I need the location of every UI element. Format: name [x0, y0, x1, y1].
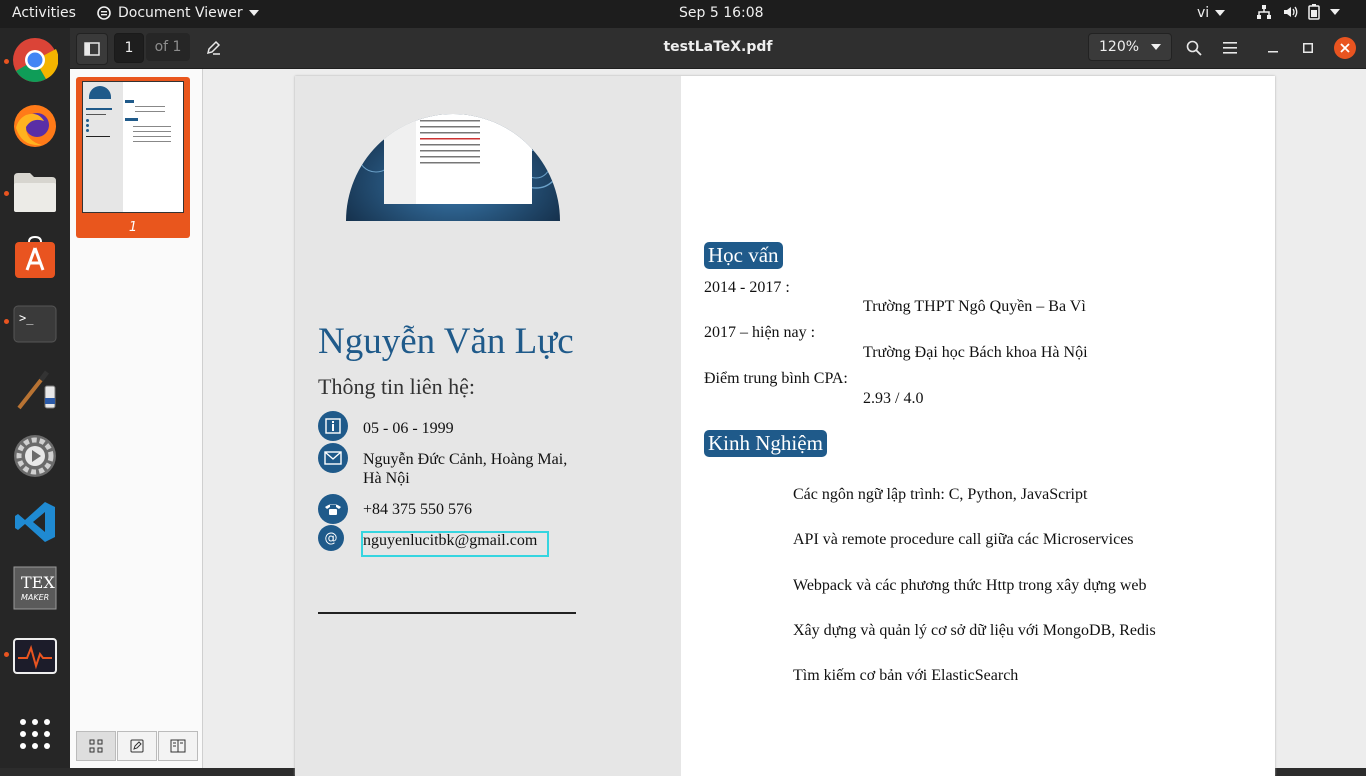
running-indicator	[4, 59, 9, 64]
app-menu[interactable]: Document Viewer	[96, 5, 259, 21]
svg-text:TEX: TEX	[21, 573, 55, 592]
phone-icon	[318, 494, 348, 524]
chevron-down-icon	[1151, 44, 1161, 50]
zoom-value: 120%	[1099, 39, 1140, 55]
birthday-text: 05 - 06 - 1999	[363, 420, 454, 437]
address-line2: Hà Nội	[363, 470, 410, 487]
cv-left-column: Nguyễn Văn Lực Thông tin liên hệ: 05 - 0…	[295, 76, 681, 776]
edu2-period: 2017 – hiện nay :	[704, 324, 816, 341]
input-language-label: vi	[1197, 5, 1210, 21]
search-icon	[1186, 40, 1202, 56]
close-button[interactable]	[1334, 37, 1356, 59]
maximize-icon	[1303, 43, 1313, 53]
app-menu-label: Document Viewer	[118, 5, 243, 21]
header-bar: 1 of 1 testLaTeX.pdf 120%	[70, 28, 1366, 69]
edu1-period: 2014 - 2017 :	[704, 279, 790, 296]
battery-icon	[1308, 4, 1320, 20]
experience-item: Các ngôn ngữ lập trình: C, Python, JavaS…	[793, 486, 1088, 503]
firefox-icon[interactable]	[11, 102, 59, 150]
dock: >_ TEX MAKER	[0, 28, 70, 768]
address-line1: Nguyễn Đức Cảnh, Hoàng Mai,	[363, 451, 568, 468]
profile-photo	[346, 94, 560, 221]
cv-name: Nguyễn Văn Lực	[318, 321, 574, 362]
hamburger-icon	[1223, 42, 1237, 54]
sidebar-mode-switcher	[76, 731, 199, 761]
terminal-icon[interactable]: >_	[11, 300, 59, 348]
vscode-icon[interactable]	[11, 498, 59, 546]
top-bar: Activities Document Viewer Sep 5 16:08 v…	[0, 0, 1366, 28]
svg-text:MAKER: MAKER	[21, 593, 49, 602]
chevron-down-icon	[1330, 9, 1340, 15]
chevron-down-icon	[1215, 10, 1226, 16]
thumbnails-view-button[interactable]	[76, 731, 116, 761]
grid-icon	[89, 739, 103, 753]
chevron-down-icon	[248, 10, 259, 16]
at-icon: @	[318, 525, 344, 551]
network-icon	[1257, 5, 1271, 19]
email-link[interactable]: nguyenlucitbk@gmail.com	[363, 531, 537, 550]
experience-item: Xây dựng và quản lý cơ sở dữ liệu với Mo…	[793, 622, 1156, 639]
page-thumbnail[interactable]	[82, 81, 184, 213]
experience-heading: Kinh Nghiệm	[704, 430, 827, 457]
zoom-select[interactable]: 120%	[1088, 33, 1172, 61]
activities-button[interactable]: Activities	[12, 5, 76, 21]
experience-item: Webpack và các phương thức Http trong xâ…	[793, 577, 1147, 594]
divider	[318, 612, 576, 614]
close-icon	[1340, 43, 1350, 53]
cpa-value: 2.93 / 4.0	[863, 390, 924, 407]
apps-grid-icon[interactable]	[11, 710, 59, 758]
texmaker-icon[interactable]: TEX MAKER	[11, 564, 59, 612]
svg-text:>_: >_	[19, 311, 34, 325]
running-indicator	[4, 319, 9, 324]
maximize-button[interactable]	[1294, 33, 1322, 63]
system-menu[interactable]	[1256, 4, 1340, 20]
page-thumbnail-selected[interactable]: 1	[76, 77, 190, 238]
contact-heading: Thông tin liên hệ:	[318, 374, 476, 399]
minimize-icon	[1268, 51, 1278, 53]
document-view[interactable]: Nguyễn Văn Lực Thông tin liên hệ: 05 - 0…	[203, 69, 1366, 776]
thumbnail-sidebar: 1	[70, 69, 203, 768]
settings-icon[interactable]	[11, 432, 59, 480]
experience-item: Tìm kiếm cơ bản với ElasticSearch	[793, 667, 1019, 684]
info-icon	[318, 411, 348, 441]
envelope-icon	[318, 443, 348, 473]
edit-icon	[130, 739, 144, 753]
edu1-school: Trường THPT Ngô Quyền – Ba Vì	[863, 298, 1086, 315]
minimize-button[interactable]	[1259, 33, 1287, 63]
clock[interactable]: Sep 5 16:08	[679, 5, 764, 21]
input-language-menu[interactable]: vi	[1197, 5, 1226, 21]
search-button[interactable]	[1180, 33, 1208, 63]
files-icon[interactable]	[11, 168, 59, 216]
bookmarks-view-button[interactable]	[158, 731, 198, 761]
document-viewer-icon	[97, 6, 111, 20]
edu2-school: Trường Đại học Bách khoa Hà Nội	[863, 344, 1088, 361]
volume-icon	[1284, 6, 1298, 18]
annotations-view-button[interactable]	[117, 731, 157, 761]
running-indicator	[4, 652, 9, 657]
education-heading: Học vấn	[704, 242, 783, 269]
pdf-page: Nguyễn Văn Lực Thông tin liên hệ: 05 - 0…	[295, 76, 1275, 776]
software-icon[interactable]	[11, 234, 59, 282]
phone-text: +84 375 550 576	[363, 501, 473, 518]
cpa-label: Điểm trung bình CPA:	[704, 370, 848, 387]
menu-button[interactable]	[1216, 33, 1244, 63]
chrome-icon[interactable]	[11, 36, 59, 84]
experience-item: API và remote procedure call giữa các Mi…	[793, 531, 1134, 548]
system-monitor-icon[interactable]	[11, 632, 59, 680]
running-indicator	[4, 191, 9, 196]
thumbnail-page-label: 1	[128, 220, 138, 235]
book-icon	[170, 739, 186, 753]
gimp-icon[interactable]	[11, 366, 59, 414]
